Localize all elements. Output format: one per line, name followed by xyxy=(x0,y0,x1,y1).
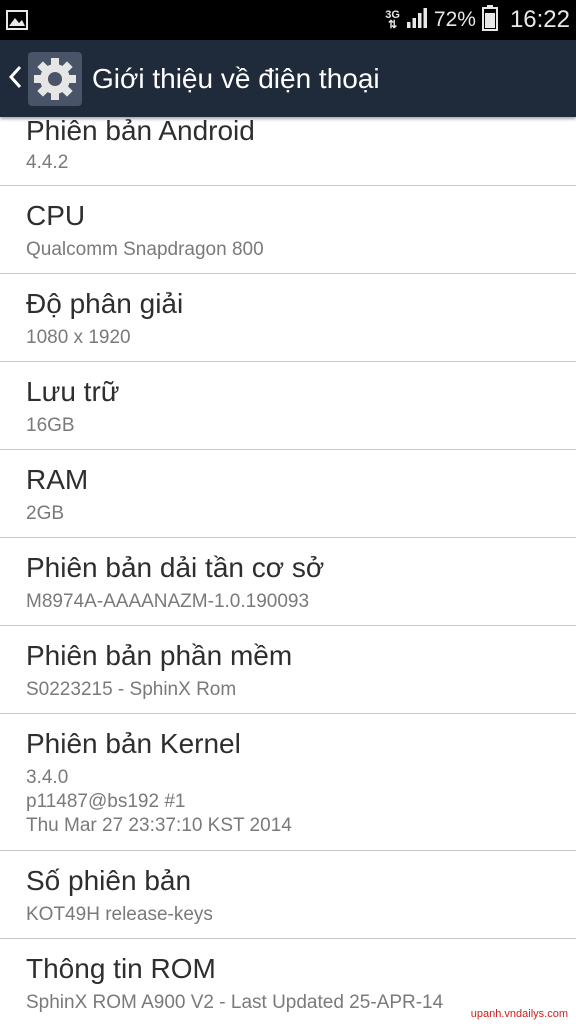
item-title: Phiên bản dải tần cơ sở xyxy=(26,552,325,583)
item-title: CPU xyxy=(26,200,86,231)
item-value: S0223215 - SphinX Rom xyxy=(26,679,237,700)
list-item-ram[interactable]: RAM 2GB xyxy=(0,450,576,538)
list-item-baseband-version[interactable]: Phiên bản dải tần cơ sở M8974A-AAAANAZM-… xyxy=(0,538,576,626)
item-title: Số phiên bản xyxy=(26,865,192,896)
data-arrows-icon: ⇅ xyxy=(387,19,398,31)
item-title: Phiên bản phần mềm xyxy=(26,640,293,671)
signal-icon xyxy=(406,7,428,33)
network-type-indicator: 3G ⇅ xyxy=(385,10,400,31)
page-title: Giới thiệu về điện thoại xyxy=(92,62,380,94)
status-bar: 3G ⇅ 72% 16:22 xyxy=(0,0,576,40)
list-item-android-version[interactable]: Phiên bản Android 4.4.2 xyxy=(0,114,576,186)
item-title: Lưu trữ xyxy=(26,376,120,407)
list-item-build-number[interactable]: Số phiên bản KOT49H release-keys xyxy=(0,851,576,939)
battery-icon xyxy=(481,5,498,35)
item-value: 2GB xyxy=(26,503,65,524)
list-item-kernel-version[interactable]: Phiên bản Kernel 3.4.0 p11487@bs192 #1 T… xyxy=(0,714,576,851)
watermark: upanh.vndailys.com xyxy=(470,1008,568,1020)
item-value: 4.4.2 xyxy=(26,152,69,173)
settings-gear-icon[interactable] xyxy=(28,51,82,106)
list-item-resolution[interactable]: Độ phân giải 1080 x 1920 xyxy=(0,274,576,362)
list-item-software-version[interactable]: Phiên bản phần mềm S0223215 - SphinX Rom xyxy=(0,626,576,714)
item-value: 1080 x 1920 xyxy=(26,327,131,348)
clock: 16:22 xyxy=(509,6,570,33)
item-title: Độ phân giải xyxy=(26,288,184,319)
item-value: KOT49H release-keys xyxy=(26,904,213,925)
item-title: Thông tin ROM xyxy=(26,953,216,984)
action-bar: Giới thiệu về điện thoại xyxy=(0,40,576,117)
item-value: Qualcomm Snapdragon 800 xyxy=(26,239,264,260)
battery-percent: 72% xyxy=(433,8,476,31)
about-phone-list: Phiên bản Android 4.4.2 CPU Qualcomm Sna… xyxy=(0,114,576,1027)
list-item-storage[interactable]: Lưu trữ 16GB xyxy=(0,362,576,450)
item-value: 16GB xyxy=(26,415,75,436)
item-title: Phiên bản Android xyxy=(26,115,255,146)
list-item-cpu[interactable]: CPU Qualcomm Snapdragon 800 xyxy=(0,186,576,274)
item-title: RAM xyxy=(26,464,89,495)
item-value: M8974A-AAAANAZM-1.0.190093 xyxy=(26,591,310,612)
back-chevron-icon xyxy=(8,65,22,93)
kernel-date-line: Thu Mar 27 23:37:10 KST 2014 xyxy=(26,815,292,836)
image-notification-icon xyxy=(6,10,28,34)
back-button[interactable] xyxy=(4,40,26,117)
kernel-build-line: p11487@bs192 #1 xyxy=(26,791,186,812)
item-title: Phiên bản Kernel xyxy=(26,728,241,759)
kernel-version-line: 3.4.0 xyxy=(26,767,69,788)
item-value: 3.4.0 p11487@bs192 #1 Thu Mar 27 23:37:1… xyxy=(26,766,576,838)
